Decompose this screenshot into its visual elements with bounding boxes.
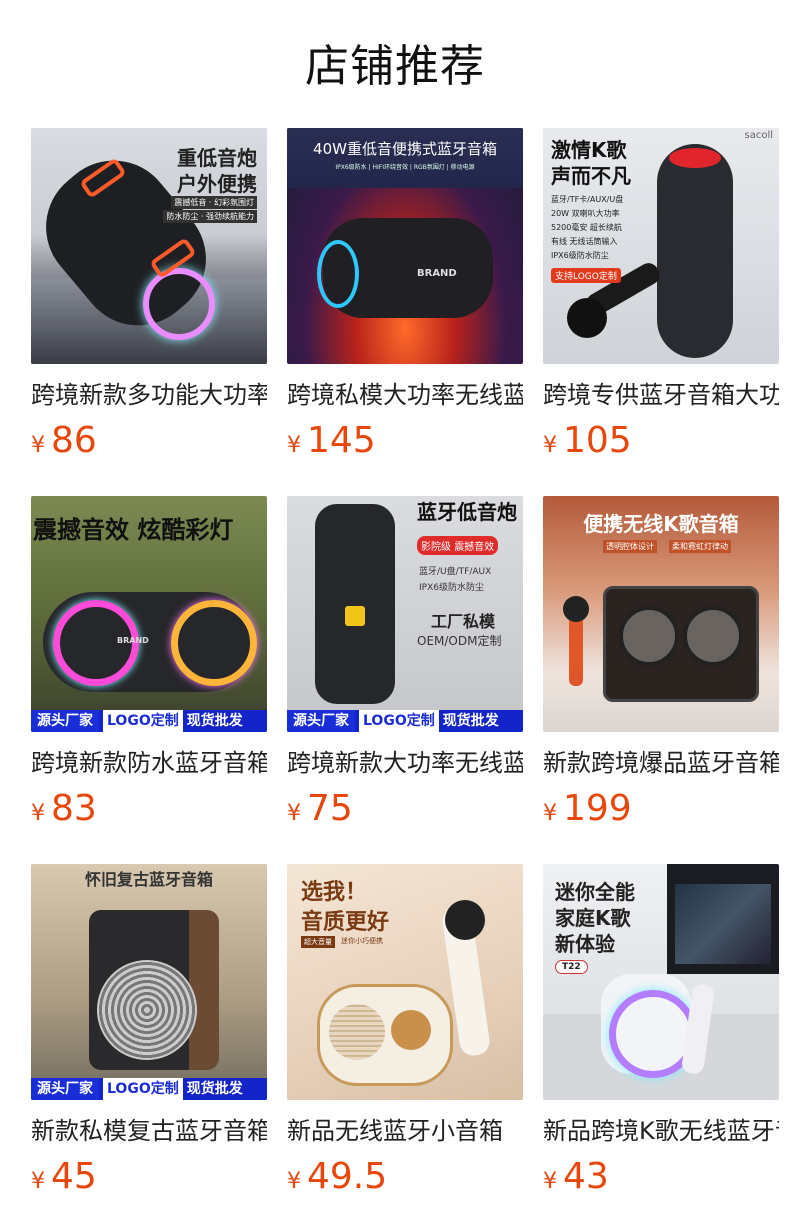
price-value: 105 <box>563 420 632 461</box>
section-title: 店铺推荐 <box>305 41 485 92</box>
currency-symbol: ¥ <box>287 801 301 826</box>
product-card[interactable]: 迷你全能 家庭K歌 新体验 T22 新品跨境K歌无线蓝牙音箱 ¥43 <box>543 864 779 1232</box>
product-image[interactable]: 便携无线K歌音箱 透明腔体设计 柔和霓虹灯律动 <box>543 496 779 732</box>
image-promo-band: 源头厂家 LOGO定制 现货批发 <box>31 1078 267 1100</box>
product-name[interactable]: 新品跨境K歌无线蓝牙音箱 <box>543 1114 779 1148</box>
currency-symbol: ¥ <box>31 433 45 458</box>
product-card[interactable]: 选我！ 音质更好 超大音量 迷你小巧便携 新品无线蓝牙小音箱 ¥49.5 <box>287 864 523 1232</box>
product-card[interactable]: BRAND 震撼音效 炫酷彩灯 源头厂家 LOGO定制 现货批发 跨境新款防水蓝… <box>31 496 267 864</box>
currency-symbol: ¥ <box>31 1169 45 1194</box>
product-card[interactable]: 怀旧复古蓝牙音箱 源头厂家 LOGO定制 现货批发 新款私模复古蓝牙音箱 ¥45 <box>31 864 267 1232</box>
product-price: ¥75 <box>287 786 523 832</box>
product-price: ¥45 <box>31 1154 267 1200</box>
product-image[interactable]: 选我！ 音质更好 超大音量 迷你小巧便携 <box>287 864 523 1100</box>
product-price: ¥83 <box>31 786 267 832</box>
price-value: 199 <box>563 788 632 829</box>
currency-symbol: ¥ <box>543 433 557 458</box>
product-image[interactable]: 迷你全能 家庭K歌 新体验 T22 <box>543 864 779 1100</box>
product-name[interactable]: 新品无线蓝牙小音箱 <box>287 1114 523 1148</box>
currency-symbol: ¥ <box>287 433 301 458</box>
product-price: ¥199 <box>543 786 779 832</box>
product-image[interactable]: 蓝牙低音炮 影院级 震撼音效 蓝牙/U盘/TF/AUX IPX6级防水防尘 工厂… <box>287 496 523 732</box>
product-image[interactable]: BRAND 40W重低音便携式蓝牙音箱 IPX6级防水 | HIFI环绕音效 |… <box>287 128 523 364</box>
product-price: ¥145 <box>287 418 523 464</box>
product-name[interactable]: 跨境新款大功率无线蓝牙音箱 <box>287 746 523 780</box>
price-value: 145 <box>307 420 376 461</box>
image-promo-band: 源头厂家 LOGO定制 现货批发 <box>31 710 267 732</box>
product-name[interactable]: 跨境专供蓝牙音箱大功率 <box>543 378 779 412</box>
product-name[interactable]: 新款私模复古蓝牙音箱 <box>31 1114 267 1148</box>
price-value: 43 <box>563 1156 609 1197</box>
product-card[interactable]: 蓝牙低音炮 影院级 震撼音效 蓝牙/U盘/TF/AUX IPX6级防水防尘 工厂… <box>287 496 523 864</box>
product-image[interactable]: 重低音炮 户外便携 震撼低音 · 幻彩氛围灯 防水防尘 · 强劲续航能力 <box>31 128 267 364</box>
price-value: 45 <box>51 1156 97 1197</box>
currency-symbol: ¥ <box>543 801 557 826</box>
product-image[interactable]: 怀旧复古蓝牙音箱 源头厂家 LOGO定制 现货批发 <box>31 864 267 1100</box>
price-value: 86 <box>51 420 97 461</box>
product-card[interactable]: BRAND 40W重低音便携式蓝牙音箱 IPX6级防水 | HIFI环绕音效 |… <box>287 128 523 496</box>
currency-symbol: ¥ <box>287 1169 301 1194</box>
price-value: 49.5 <box>307 1156 388 1197</box>
product-card[interactable]: 便携无线K歌音箱 透明腔体设计 柔和霓虹灯律动 新款跨境爆品蓝牙音箱 ¥199 <box>543 496 779 864</box>
image-promo-band: 源头厂家 LOGO定制 现货批发 <box>287 710 523 732</box>
product-name[interactable]: 新款跨境爆品蓝牙音箱 <box>543 746 779 780</box>
currency-symbol: ¥ <box>31 801 45 826</box>
product-image[interactable]: BRAND 震撼音效 炫酷彩灯 源头厂家 LOGO定制 现货批发 <box>31 496 267 732</box>
product-image[interactable]: 激情K歌 声而不凡 蓝牙/TF卡/AUX/U盘 20W 双喇叭大功率 5200毫… <box>543 128 779 364</box>
currency-symbol: ¥ <box>543 1169 557 1194</box>
price-value: 75 <box>307 788 353 829</box>
product-card[interactable]: 激情K歌 声而不凡 蓝牙/TF卡/AUX/U盘 20W 双喇叭大功率 5200毫… <box>543 128 779 496</box>
product-price: ¥105 <box>543 418 779 464</box>
product-grid: 重低音炮 户外便携 震撼低音 · 幻彩氛围灯 防水防尘 · 强劲续航能力 跨境新… <box>31 128 779 1232</box>
product-price: ¥49.5 <box>287 1154 523 1200</box>
price-value: 83 <box>51 788 97 829</box>
product-name[interactable]: 跨境新款多功能大功率户外便携蓝牙音箱 <box>31 378 267 412</box>
product-name[interactable]: 跨境私模大功率无线蓝牙音箱 <box>287 378 523 412</box>
product-price: ¥43 <box>543 1154 779 1200</box>
product-price: ¥86 <box>31 418 267 464</box>
product-card[interactable]: 重低音炮 户外便携 震撼低音 · 幻彩氛围灯 防水防尘 · 强劲续航能力 跨境新… <box>31 128 267 496</box>
product-name[interactable]: 跨境新款防水蓝牙音箱 <box>31 746 267 780</box>
